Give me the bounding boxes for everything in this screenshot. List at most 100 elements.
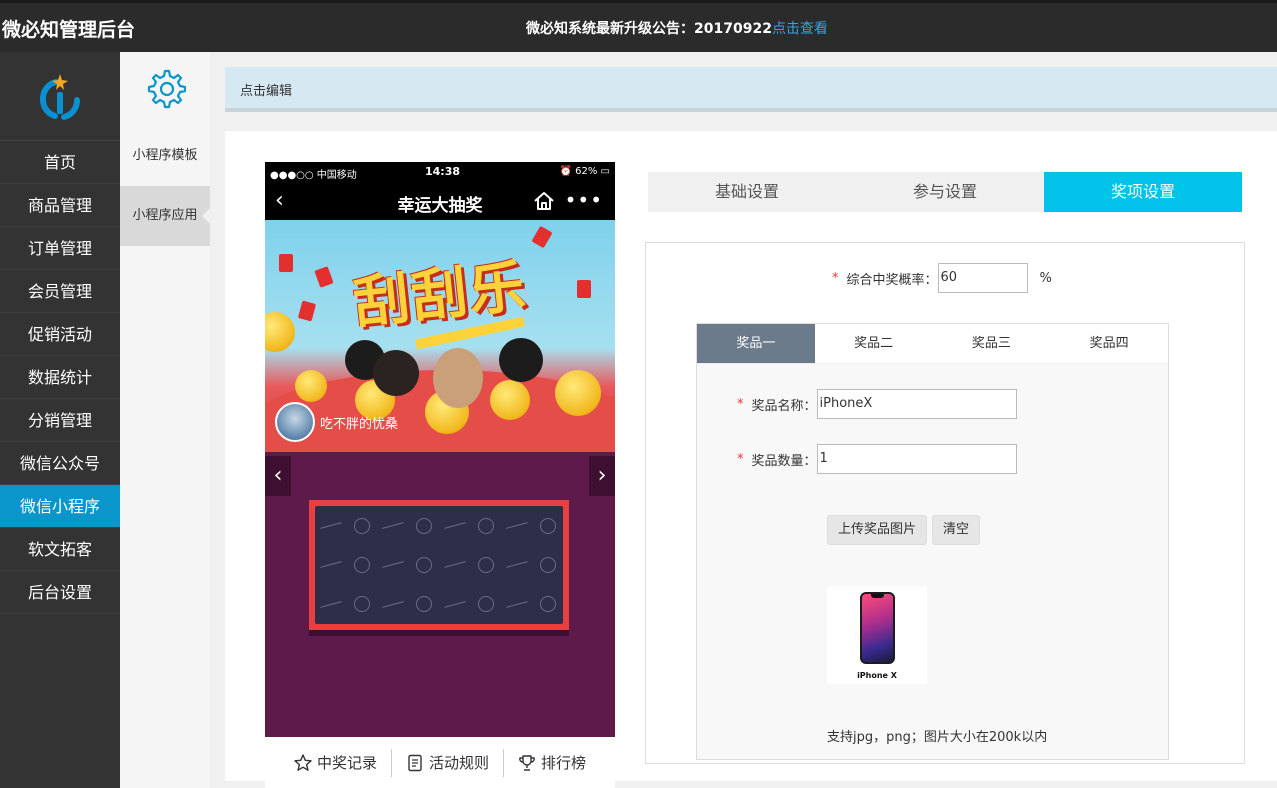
upload-row: 上传奖品图片 清空 [827,515,981,545]
edit-bar[interactable]: 点击编辑 [225,67,1277,112]
sidebar-item-orders[interactable]: 订单管理 [0,227,120,270]
home-icon[interactable] [533,190,555,216]
footer-ranking-label: 排行榜 [541,754,587,772]
notice-text: 微必知系统最新升级公告：20170922 [526,21,772,37]
character-head [373,350,419,396]
prize-qty-label: 奖品数量： [751,453,817,469]
tab-participation-settings[interactable]: 参与设置 [846,172,1044,212]
sidebar-item-products[interactable]: 商品管理 [0,184,120,227]
coin-icon [295,370,327,402]
sidebar-item-distribution[interactable]: 分销管理 [0,399,120,442]
coin-icon [490,380,530,420]
prize-image-preview: iPhone X [827,586,927,684]
sidebar-item-settings[interactable]: 后台设置 [0,571,120,614]
pattern-dot [539,517,556,534]
sidebar-item-statistics[interactable]: 数据统计 [0,356,120,399]
pattern-dash [319,522,342,529]
footer-rules-link[interactable]: 活动规则 [392,752,503,773]
prize-name-input[interactable]: iPhoneX [816,389,1017,419]
battery-label: ⏰ 62% ▭ [559,166,610,177]
prize-name-row: * 奖品名称： iPhoneX [737,389,1017,419]
prize-panel: 奖品一 奖品二 奖品三 奖品四 * 奖品名称： iPhoneX * 奖品数量： … [696,323,1169,760]
star-icon [294,753,312,771]
pattern-dot [353,596,370,613]
prize-image-caption: iPhone X [857,671,897,680]
user-name: 吃不胖的忧桑 [320,416,399,432]
red-envelope-icon [297,300,317,322]
avatar [275,402,315,442]
phone-title: 幸运大抽奖 [397,196,483,216]
character-head [433,348,483,408]
pattern-dash [381,600,404,608]
subnav-item-apps[interactable]: 小程序应用 [120,186,210,246]
sidebar-item-articles[interactable]: 软文拓客 [0,528,120,571]
tab-basic-settings[interactable]: 基础设置 [648,172,846,212]
pattern-dot [539,556,556,573]
upload-image-button[interactable]: 上传奖品图片 [827,515,928,545]
win-rate-unit: % [1039,270,1052,286]
phone-preview: ●●●○○ 中国移动 14:38 ⏰ 62% ▭ ‹ 幸运大抽奖 ••• 刮刮乐… [265,162,615,788]
sidebar-item-wechat-official[interactable]: 微信公众号 [0,442,120,485]
carrier-label: ●●●○○ 中国移动 [270,170,357,181]
tab-prize-2[interactable]: 奖品二 [815,324,933,363]
scratch-card-surface[interactable] [315,506,563,624]
subnav-item-templates[interactable]: 小程序模板 [120,126,210,186]
sidebar-item-home[interactable]: 首页 [0,141,120,184]
scratch-card[interactable] [309,500,569,630]
prize-tabs: 奖品一 奖品二 奖品三 奖品四 [697,324,1168,364]
sidebar-item-members[interactable]: 会员管理 [0,270,120,313]
pattern-dot [415,517,432,534]
sidebar-item-wechat-miniprogram[interactable]: 微信小程序 [0,485,120,528]
iphone-image [860,592,895,664]
scratch-banner: 刮刮乐 吃不胖的忧桑 [265,220,615,452]
pattern-dot [415,596,432,613]
pattern-dash [319,561,342,569]
footer-ranking-link[interactable]: 排行榜 [504,752,600,773]
pattern-dot [353,556,370,573]
phone-status-bar: ●●●○○ 中国移动 14:38 ⏰ 62% ▭ [265,162,615,182]
logo[interactable] [0,52,120,141]
prev-arrow-icon[interactable]: ‹ [265,456,291,496]
coin-icon [265,312,295,352]
red-envelope-icon [314,266,334,288]
next-arrow-icon[interactable]: › [589,456,615,496]
pattern-dash [505,561,528,569]
brand-title: 微必知管理后台 [2,19,136,41]
red-envelope-icon [279,254,293,272]
top-bar: 微必知管理后台 微必知系统最新升级公告：20170922点击查看 [0,0,1277,52]
phone-nav-bar: ‹ 幸运大抽奖 ••• [265,182,615,220]
user-badge: 吃不胖的忧桑 [275,402,398,442]
footer-records-link[interactable]: 中奖记录 [280,752,391,773]
scratch-area: ‹ › [265,452,615,737]
win-rate-row: * 综合中奖概率： 60 % [832,263,1052,293]
pattern-dash [381,522,404,529]
settings-tabs: 基础设置 参与设置 奖项设置 [648,172,1242,212]
more-icon[interactable]: ••• [565,188,603,212]
clear-image-button[interactable]: 清空 [932,515,981,545]
iphone-notch [871,594,884,598]
prize-name-label: 奖品名称： [751,398,817,414]
pattern-dash [443,522,466,529]
prize-qty-input[interactable]: 1 [816,444,1017,474]
tab-prize-1[interactable]: 奖品一 [697,324,815,363]
upgrade-notice: 微必知系统最新升级公告：20170922点击查看 [526,18,828,38]
notice-link[interactable]: 点击查看 [772,21,828,37]
win-rate-input[interactable]: 60 [937,263,1028,293]
phone-time: 14:38 [425,165,461,178]
sidebar-item-promotions[interactable]: 促销活动 [0,313,120,356]
prize-qty-row: * 奖品数量： 1 [737,444,1017,474]
document-icon [408,754,422,771]
pattern-dash [443,561,466,569]
trophy-icon [519,754,535,771]
coin-icon [555,370,601,416]
tab-prize-4[interactable]: 奖品四 [1050,324,1168,363]
required-mark: * [832,270,839,286]
tab-prize-settings[interactable]: 奖项设置 [1044,172,1242,212]
gear-icon [120,52,210,126]
tab-prize-3[interactable]: 奖品三 [933,324,1051,363]
required-mark: * [737,396,744,412]
upload-hint: 支持jpg，png；图片大小在200k以内 [827,730,1048,745]
red-envelope-icon [577,280,591,298]
pattern-dash [319,600,342,608]
pattern-dot [477,517,494,534]
